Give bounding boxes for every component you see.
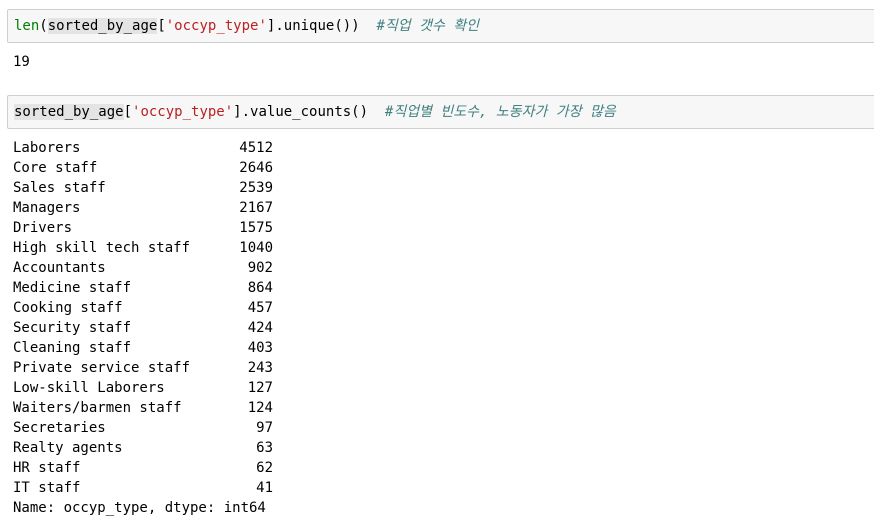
output-row-label: Sales staff [13,180,106,196]
code-rest: ].unique()) [266,18,377,34]
output-row: IT staff 41 [13,478,313,498]
code-cell-1-output: 19 [13,54,30,70]
output-row-label: Managers [13,200,81,216]
output-row-count: 41 [256,480,273,496]
output-row-label: Realty agents [13,440,123,456]
output-row: Realty agents 63 [13,438,313,458]
output-row-count: 424 [247,320,273,336]
code-line-1: len(sorted_by_age['occyp_type'].unique()… [14,17,479,35]
code-string: 'occyp_type' [165,18,267,34]
code-cell-1-input[interactable]: len(sorted_by_age['occyp_type'].unique()… [7,9,874,43]
code-variable: sorted_by_age [47,18,158,34]
output-row-label: IT staff [13,480,81,496]
code-variable: sorted_by_age [14,104,124,120]
output-row-count: 2646 [239,160,273,176]
output-row-label: Private service staff [13,360,191,376]
output-row: High skill tech staff 1040 [13,238,313,258]
output-row-count: 127 [247,380,273,396]
output-row-count: 4512 [239,140,273,156]
output-row: Low-skill Laborers 127 [13,378,313,398]
output-row-label: Waiters/barmen staff [13,400,182,416]
code-line-2: sorted_by_age['occyp_type'].value_counts… [14,103,616,121]
output-row-count: 403 [247,340,273,356]
output-row-label: Low-skill Laborers [13,380,165,396]
output-row-label: Cleaning staff [13,340,132,356]
code-comment: #직업별 빈도수, 노동자가 가장 많음 [384,104,616,120]
output-row-count: 902 [247,260,273,276]
output-row-label: Accountants [13,260,106,276]
code-builtin: len [14,18,40,34]
code-rest: ].value_counts() [233,104,385,120]
code-paren: ( [39,18,48,34]
output-row-count: 2539 [239,180,273,196]
output-row-count: 1040 [239,240,273,256]
output-row-count: 2167 [239,200,273,216]
output-row: Managers 2167 [13,198,313,218]
output-row-label: Security staff [13,320,132,336]
output-row-count: 62 [256,460,273,476]
output-row: Drivers 1575 [13,218,313,238]
output-row: Laborers 4512 [13,138,313,158]
output-row: Cleaning staff 403 [13,338,313,358]
output-row: Core staff 2646 [13,158,313,178]
output-row: Secretaries 97 [13,418,313,438]
output-row-count: 97 [256,420,273,436]
output-row-count: 864 [247,280,273,296]
code-comment: #직업 갯수 확인 [376,18,480,34]
output-row: Sales staff 2539 [13,178,313,198]
output-row: Security staff 424 [13,318,313,338]
output-row-count: 243 [247,360,273,376]
output-row-label: Core staff [13,160,98,176]
code-bracket: [ [157,18,166,34]
output-row: HR staff 62 [13,458,313,478]
output-row: Waiters/barmen staff 124 [13,398,313,418]
code-cell-2-input[interactable]: sorted_by_age['occyp_type'].value_counts… [7,95,874,129]
output-row-label: High skill tech staff [13,240,191,256]
output-row-count: 457 [247,300,273,316]
output-row: Private service staff 243 [13,358,313,378]
code-string: 'occyp_type' [132,104,234,120]
dtype-line: Name: occyp_type, dtype: int64 [13,500,266,516]
code-bracket: [ [123,104,133,120]
output-row-count: 63 [256,440,273,456]
output-row-label: Secretaries [13,420,106,436]
output-row-label: Drivers [13,220,73,236]
output-row-label: Medicine staff [13,280,132,296]
output-row-label: HR staff [13,460,81,476]
output-row-count: 124 [247,400,273,416]
output-row: Accountants 902 [13,258,313,278]
value-counts-output: Laborers 4512 Core staff 2646 Sales staff 253… [13,138,313,498]
output-row-label: Cooking staff [13,300,123,316]
output-row-count: 1575 [239,220,273,236]
output-row: Cooking staff 457 [13,298,313,318]
output-row-label: Laborers [13,140,81,156]
output-row: Medicine staff 864 [13,278,313,298]
